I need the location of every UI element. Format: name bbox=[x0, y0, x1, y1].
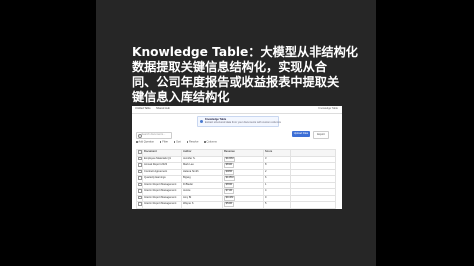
value-chip: $98M bbox=[224, 169, 234, 175]
title-line: 同、公司年度报告或收益报表中提取关 bbox=[132, 75, 340, 89]
table-row[interactable]: Interim Report ManagementLynda A Haines$… bbox=[136, 207, 336, 209]
checkbox-icon bbox=[138, 202, 142, 206]
value-chip: $112M bbox=[224, 195, 235, 201]
search-placeholder: Search documents... bbox=[141, 133, 166, 137]
table-toolbar: Add Question Filter Sort Resolve Columns bbox=[136, 141, 222, 146]
slide-title: Knowledge Table：大模型从非结构化 数据提取关键信息结构化，实现从… bbox=[132, 45, 358, 105]
value-chip: $65M bbox=[224, 182, 234, 188]
title-line: 数据提取关键信息结构化，实现从合 bbox=[132, 60, 327, 74]
value-chip: $71M bbox=[224, 189, 234, 195]
info-banner: Knowledge Table Extract structured data … bbox=[197, 116, 281, 127]
tool-label: Sort bbox=[176, 140, 181, 144]
app-topbar: Untitled Table Shared Hub Knowledge Tabl… bbox=[132, 106, 342, 114]
banner-body: Extract structured data from your docume… bbox=[205, 121, 281, 124]
tool-label: Columns bbox=[206, 140, 217, 144]
tab-shared-hub[interactable]: Shared Hub bbox=[156, 108, 170, 111]
value-chip: $145M bbox=[224, 176, 236, 182]
checkbox-icon bbox=[138, 189, 142, 193]
tool-sort[interactable]: Sort bbox=[173, 140, 181, 144]
checkbox-icon bbox=[138, 163, 142, 167]
checkbox-icon bbox=[138, 195, 142, 200]
title-line: 键信息入库结构化 bbox=[132, 90, 230, 104]
table-cell[interactable]: $88M bbox=[222, 207, 264, 209]
export-button[interactable]: Export bbox=[313, 131, 329, 139]
value-chip: $120M bbox=[224, 156, 236, 162]
search-input[interactable]: Search documents... bbox=[136, 132, 172, 139]
columns-icon bbox=[204, 141, 206, 143]
app-screenshot: Untitled Table Shared Hub Knowledge Tabl… bbox=[132, 106, 342, 209]
tool-label: Add Question bbox=[138, 140, 155, 144]
checkbox-icon bbox=[138, 182, 142, 187]
checkbox-icon bbox=[138, 176, 142, 180]
app-brand: Knowledge Table bbox=[318, 107, 338, 111]
tool-label: Filter bbox=[162, 140, 168, 144]
checkbox-icon bbox=[138, 169, 142, 174]
tool-columns[interactable]: Columns bbox=[204, 141, 217, 144]
checkbox-icon bbox=[138, 150, 142, 154]
title-line: Knowledge Table：大模型从非结构化 bbox=[132, 45, 358, 59]
info-icon bbox=[200, 119, 203, 123]
tool-resolve[interactable]: Resolve bbox=[186, 140, 199, 144]
tool-label: Resolve bbox=[189, 140, 199, 144]
empty-cell bbox=[290, 207, 336, 209]
checkbox-icon bbox=[138, 156, 142, 161]
table-cell[interactable]: Lynda A Haines bbox=[181, 207, 223, 209]
check-icon bbox=[186, 141, 189, 143]
value-chip: $83M bbox=[224, 163, 234, 169]
table-cell[interactable]: Interim Report Management bbox=[142, 207, 182, 209]
table-cell[interactable]: 7 bbox=[263, 207, 291, 209]
upload-button[interactable]: Upload Files bbox=[292, 131, 310, 137]
tool-add-question[interactable]: Add Question bbox=[136, 141, 154, 144]
value-chip: $54M bbox=[224, 202, 234, 208]
tool-filter[interactable]: Filter bbox=[159, 140, 168, 144]
tab-untitled-table[interactable]: Untitled Table bbox=[135, 108, 151, 111]
knowledge-table: Document Author Revenue Score Employee M… bbox=[136, 149, 336, 209]
